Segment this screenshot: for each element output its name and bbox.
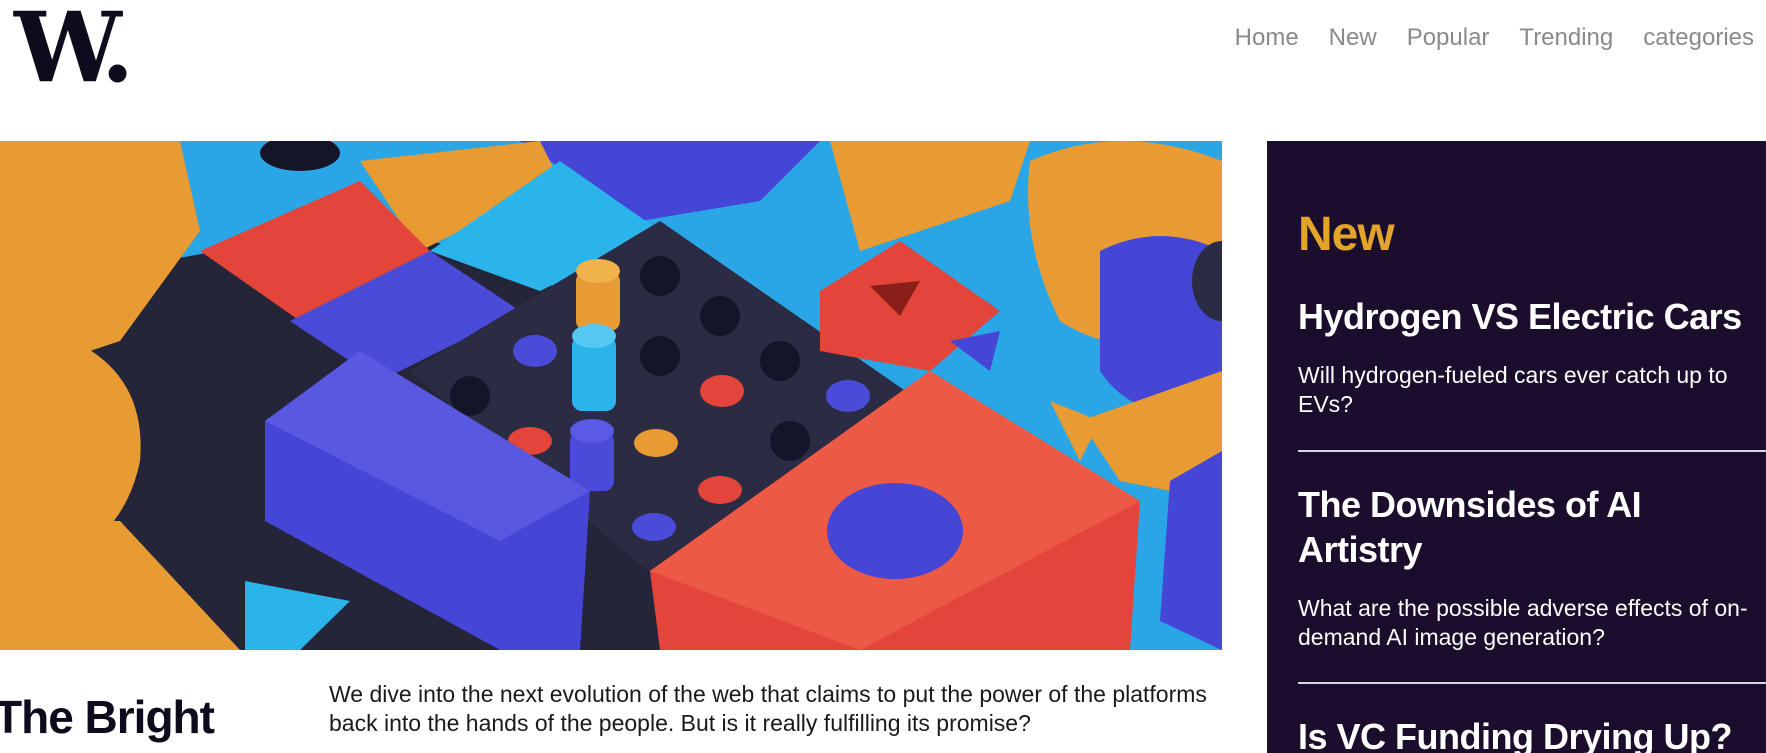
sidebar-article-item[interactable]: Is VC Funding Drying Up? [1298, 714, 1766, 753]
article-excerpt: We dive into the next evolution of the w… [329, 681, 1207, 736]
sidebar-article-item[interactable]: Hydrogen VS Electric Cars Will hydrogen-… [1298, 294, 1766, 419]
article-headline[interactable]: The Bright [0, 690, 215, 744]
sidebar-divider [1298, 450, 1766, 452]
nav-trending-link[interactable]: Trending [1519, 24, 1613, 52]
hero-image[interactable] [0, 141, 1222, 650]
nav-categories-link[interactable]: categories [1643, 24, 1754, 52]
sidebar-article-desc: What are the possible adverse effects of… [1298, 595, 1748, 650]
site-logo[interactable]: W. [14, 0, 134, 96]
nav-popular-link[interactable]: Popular [1407, 24, 1490, 52]
sidebar-article-title[interactable]: The Downsides of AI Artistry [1298, 482, 1766, 572]
main-nav: Home New Popular Trending categories [1235, 24, 1754, 52]
nav-home-link[interactable]: Home [1235, 24, 1299, 52]
sidebar-article-title[interactable]: Is VC Funding Drying Up? [1298, 714, 1766, 753]
new-articles-sidebar: New Hydrogen VS Electric Cars Will hydro… [1267, 141, 1766, 753]
sidebar-article-desc: Will hydrogen-fueled cars ever catch up … [1298, 362, 1728, 417]
hero-illustration [0, 141, 1222, 650]
sidebar-article-title[interactable]: Hydrogen VS Electric Cars [1298, 294, 1766, 339]
page: W. Home New Popular Trending categories [0, 0, 1766, 753]
nav-new-link[interactable]: New [1329, 24, 1377, 52]
sidebar-divider [1298, 682, 1766, 684]
sidebar-article-item[interactable]: The Downsides of AI Artistry What are th… [1298, 482, 1766, 652]
sidebar-heading: New [1298, 208, 1395, 261]
